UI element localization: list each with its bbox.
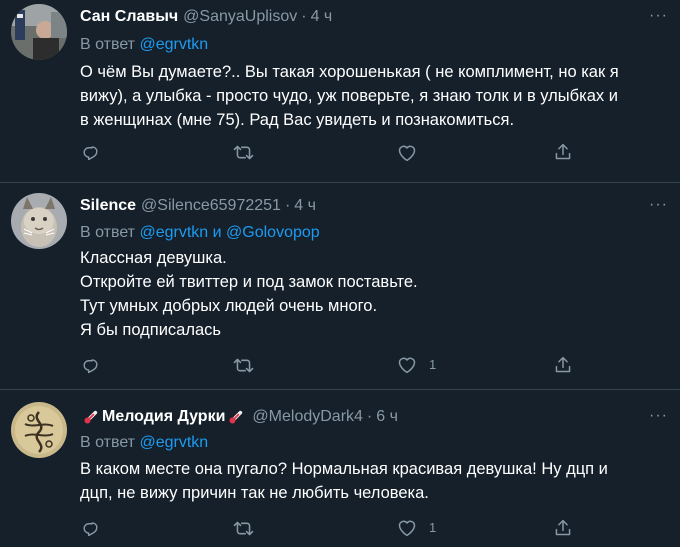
reply-context: В ответ @egrvtkn и @Golovopop	[80, 223, 320, 243]
like-button[interactable]	[397, 143, 417, 162]
more-options-button[interactable]: ···	[649, 407, 668, 425]
share-icon	[555, 519, 571, 536]
separator-dot: ·	[366, 408, 373, 425]
like-icon	[398, 520, 416, 537]
separator-dot: ·	[284, 197, 291, 214]
retweet-button[interactable]	[233, 519, 254, 538]
reply-button[interactable]	[81, 519, 100, 538]
tweet[interactable]: Сан Славыч @SanyaUplisov · 4 ч ··· В отв…	[0, 0, 680, 182]
more-options-button[interactable]: ···	[649, 196, 668, 214]
avatar[interactable]	[11, 4, 67, 60]
reply-prefix: В ответ	[80, 224, 136, 241]
reply-icon	[83, 522, 98, 537]
like-button[interactable]: 1	[397, 355, 436, 374]
more-options-button[interactable]: ···	[649, 7, 668, 25]
tweet-text: О чём Вы думаете?.. Вы такая хорошенькая…	[80, 60, 670, 132]
tweet-text: Классная девушка. Откройте ей твиттер и …	[80, 246, 670, 342]
text-line: дцп, не вижу причин так не любить челове…	[80, 484, 429, 502]
share-button[interactable]	[554, 142, 572, 162]
retweet-button[interactable]	[233, 356, 254, 375]
share-button[interactable]	[554, 518, 572, 538]
timestamp[interactable]: 4 ч	[311, 7, 333, 27]
like-button[interactable]: 1	[397, 518, 436, 537]
share-button[interactable]	[554, 355, 572, 375]
mention-link[interactable]: @egrvtkn	[139, 434, 208, 451]
like-count: 1	[429, 357, 437, 372]
reply-button[interactable]	[81, 143, 100, 162]
thermometer-icon	[84, 410, 98, 424]
like-icon	[398, 357, 416, 374]
user-handle[interactable]: @MelodyDark4	[252, 407, 363, 427]
reply-icon	[83, 359, 98, 374]
thermometer-icon	[229, 410, 243, 424]
tweet[interactable]: Silence @Silence65972251 · 4 ч ··· В отв…	[0, 183, 680, 389]
text-line: в женщинах (мне 75). Рад Вас увидеть и п…	[80, 111, 515, 129]
timestamp[interactable]: 4 ч	[294, 196, 316, 216]
reply-icon	[83, 146, 98, 161]
text-line: Я бы подписалась	[80, 321, 221, 339]
reply-button[interactable]	[81, 356, 100, 375]
separator-dot: ·	[301, 8, 307, 25]
user-handle[interactable]: @Silence65972251	[141, 196, 281, 216]
mention-link[interactable]: @Golovopop	[226, 224, 320, 241]
text-line: Классная девушка.	[80, 249, 227, 267]
like-count: 1	[429, 520, 437, 535]
text-line: О чём Вы думаете?.. Вы такая хорошенькая…	[80, 63, 619, 81]
display-name[interactable]: Мелодия Дурки	[102, 407, 225, 427]
display-name[interactable]: Сан Славыч	[80, 7, 178, 27]
display-name[interactable]: Silence	[80, 196, 136, 216]
mention-joiner: и	[212, 224, 222, 241]
like-icon	[398, 145, 416, 162]
avatar[interactable]	[11, 193, 67, 249]
retweet-icon	[233, 358, 254, 373]
text-line: вижу), а улыбка - просто чудо, уж поверь…	[80, 87, 618, 105]
text-line: Тут умных добрых людей очень много.	[80, 297, 378, 315]
retweet-button[interactable]	[233, 143, 254, 162]
text-line: Откройте ей твиттер и под замок поставьт…	[80, 273, 418, 291]
avatar[interactable]	[11, 402, 67, 458]
mention-link[interactable]: @egrvtkn	[139, 224, 208, 241]
timestamp[interactable]: 6 ч	[376, 407, 398, 427]
reply-context: В ответ @egrvtkn	[80, 35, 208, 55]
reply-prefix: В ответ	[80, 434, 136, 451]
tweet-text: В каком месте она пугало? Нормальная кра…	[80, 457, 670, 505]
share-icon	[555, 143, 571, 160]
mention-link[interactable]: @egrvtkn	[139, 36, 208, 53]
retweet-icon	[233, 145, 254, 160]
share-icon	[555, 356, 571, 373]
text-line: В каком месте она пугало? Нормальная кра…	[80, 460, 608, 478]
tweet[interactable]: Мелодия Дурки @MelodyDark4 · 6 ч ··· В о…	[0, 390, 680, 547]
retweet-icon	[233, 521, 254, 536]
reply-context: В ответ @egrvtkn	[80, 433, 208, 453]
reply-prefix: В ответ	[80, 36, 136, 53]
user-handle[interactable]: @SanyaUplisov	[183, 7, 297, 27]
